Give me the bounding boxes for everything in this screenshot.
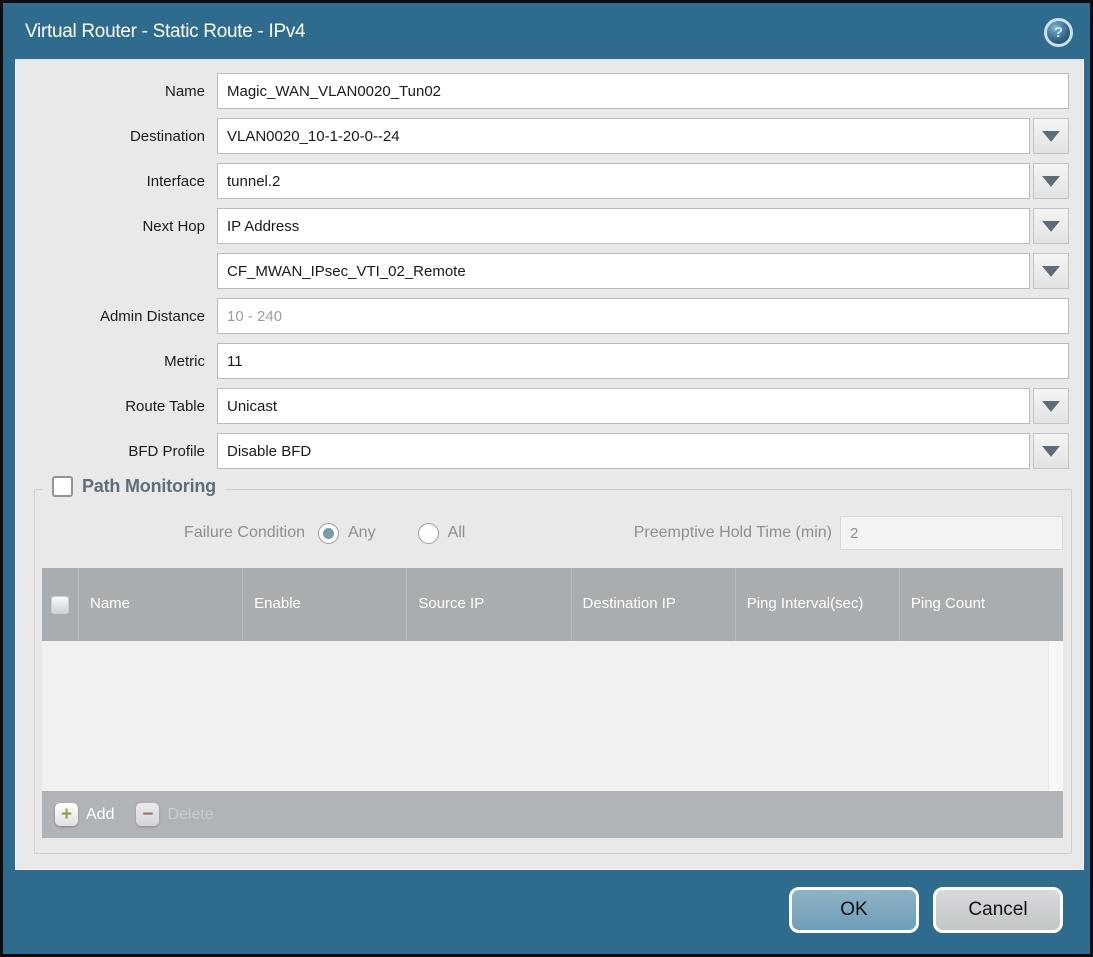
- table-body-empty: [42, 641, 1063, 791]
- chevron-down-icon: [1042, 176, 1060, 187]
- chevron-down-icon: [1042, 446, 1060, 457]
- path-monitoring-table: Name Enable Source IP Destination IP Pin…: [42, 568, 1063, 838]
- ok-button[interactable]: OK: [789, 887, 919, 933]
- bfd-profile-input[interactable]: [217, 433, 1030, 469]
- column-header-destination-ip: Destination IP: [571, 568, 735, 641]
- dialog-titlebar: Virtual Router - Static Route - IPv4 ?: [3, 3, 1090, 59]
- column-header-ping-interval: Ping Interval(sec): [735, 568, 899, 641]
- vertical-scrollbar[interactable]: [1048, 641, 1063, 791]
- static-route-form: Name Destination Interface: [16, 61, 1083, 469]
- field-label: Metric: [16, 353, 205, 370]
- delete-button-label: Delete: [167, 806, 213, 824]
- form-row-bfd-profile: BFD Profile: [16, 433, 1069, 469]
- page-title: Virtual Router - Static Route - IPv4: [25, 21, 305, 43]
- plus-icon: +: [55, 803, 78, 826]
- destination-dropdown-button[interactable]: [1033, 118, 1069, 154]
- radio-all[interactable]: [418, 523, 439, 544]
- field-label: Interface: [16, 173, 205, 190]
- select-all-checkbox[interactable]: [51, 596, 69, 614]
- next-hop-address-input[interactable]: [217, 253, 1030, 289]
- radio-any-label: Any: [348, 524, 376, 542]
- path-monitoring-title: Path Monitoring: [82, 476, 216, 497]
- chevron-down-icon: [1042, 401, 1060, 412]
- chevron-down-icon: [1042, 131, 1060, 142]
- field-label: Destination: [16, 128, 205, 145]
- field-label: Route Table: [16, 398, 205, 415]
- route-table-dropdown-button[interactable]: [1033, 388, 1069, 424]
- table-toolbar: + Add − Delete: [42, 791, 1063, 838]
- path-monitoring-fieldset: Path Monitoring Failure Condition Any Al…: [34, 489, 1072, 854]
- next-hop-type-input[interactable]: [217, 208, 1030, 244]
- form-row-interface: Interface: [16, 163, 1069, 199]
- failure-condition-row: Failure Condition Any All Preemptive Hol…: [35, 516, 1071, 550]
- column-header-name: Name: [78, 568, 242, 641]
- form-row-next-hop: Next Hop: [16, 208, 1069, 244]
- bfd-profile-dropdown-button[interactable]: [1033, 433, 1069, 469]
- field-label: Next Hop: [16, 218, 205, 235]
- help-icon[interactable]: ?: [1044, 18, 1073, 47]
- interface-dropdown-button[interactable]: [1033, 163, 1069, 199]
- path-monitoring-legend: Path Monitoring: [43, 476, 225, 497]
- table-header: Name Enable Source IP Destination IP Pin…: [42, 568, 1063, 641]
- column-header-ping-count: Ping Count: [899, 568, 1063, 641]
- delete-button[interactable]: − Delete: [136, 803, 213, 826]
- form-row-name: Name: [16, 73, 1069, 109]
- radio-any[interactable]: [318, 523, 339, 544]
- form-row-metric: Metric: [16, 343, 1069, 379]
- preemptive-hold-time-input[interactable]: [840, 516, 1063, 550]
- form-row-admin-distance: Admin Distance: [16, 298, 1069, 334]
- failure-condition-label: Failure Condition: [35, 524, 305, 542]
- route-table-input[interactable]: [217, 388, 1030, 424]
- interface-input[interactable]: [217, 163, 1030, 199]
- cancel-button[interactable]: Cancel: [933, 887, 1063, 933]
- next-hop-type-dropdown-button[interactable]: [1033, 208, 1069, 244]
- path-monitoring-checkbox[interactable]: [52, 476, 73, 497]
- chevron-down-icon: [1042, 221, 1060, 232]
- add-button[interactable]: + Add: [55, 803, 114, 826]
- admin-distance-input[interactable]: [217, 298, 1069, 334]
- dialog-body-panel: Name Destination Interface: [15, 59, 1084, 870]
- name-input[interactable]: [217, 73, 1069, 109]
- column-header-source-ip: Source IP: [406, 568, 570, 641]
- destination-input[interactable]: [217, 118, 1030, 154]
- form-row-destination: Destination: [16, 118, 1069, 154]
- radio-all-label: All: [448, 524, 466, 542]
- chevron-down-icon: [1042, 266, 1060, 277]
- field-label: Admin Distance: [16, 308, 205, 325]
- add-button-label: Add: [86, 806, 114, 824]
- select-all-cell: [42, 568, 78, 641]
- field-label: BFD Profile: [16, 443, 205, 460]
- preemptive-hold-time-label: Preemptive Hold Time (min): [634, 524, 832, 542]
- minus-icon: −: [136, 803, 159, 826]
- field-label: Name: [16, 83, 205, 100]
- column-header-enable: Enable: [242, 568, 406, 641]
- form-row-next-hop-address: [16, 253, 1069, 289]
- form-row-route-table: Route Table: [16, 388, 1069, 424]
- metric-input[interactable]: [217, 343, 1069, 379]
- next-hop-address-dropdown-button[interactable]: [1033, 253, 1069, 289]
- static-route-dialog: Virtual Router - Static Route - IPv4 ? N…: [0, 0, 1093, 957]
